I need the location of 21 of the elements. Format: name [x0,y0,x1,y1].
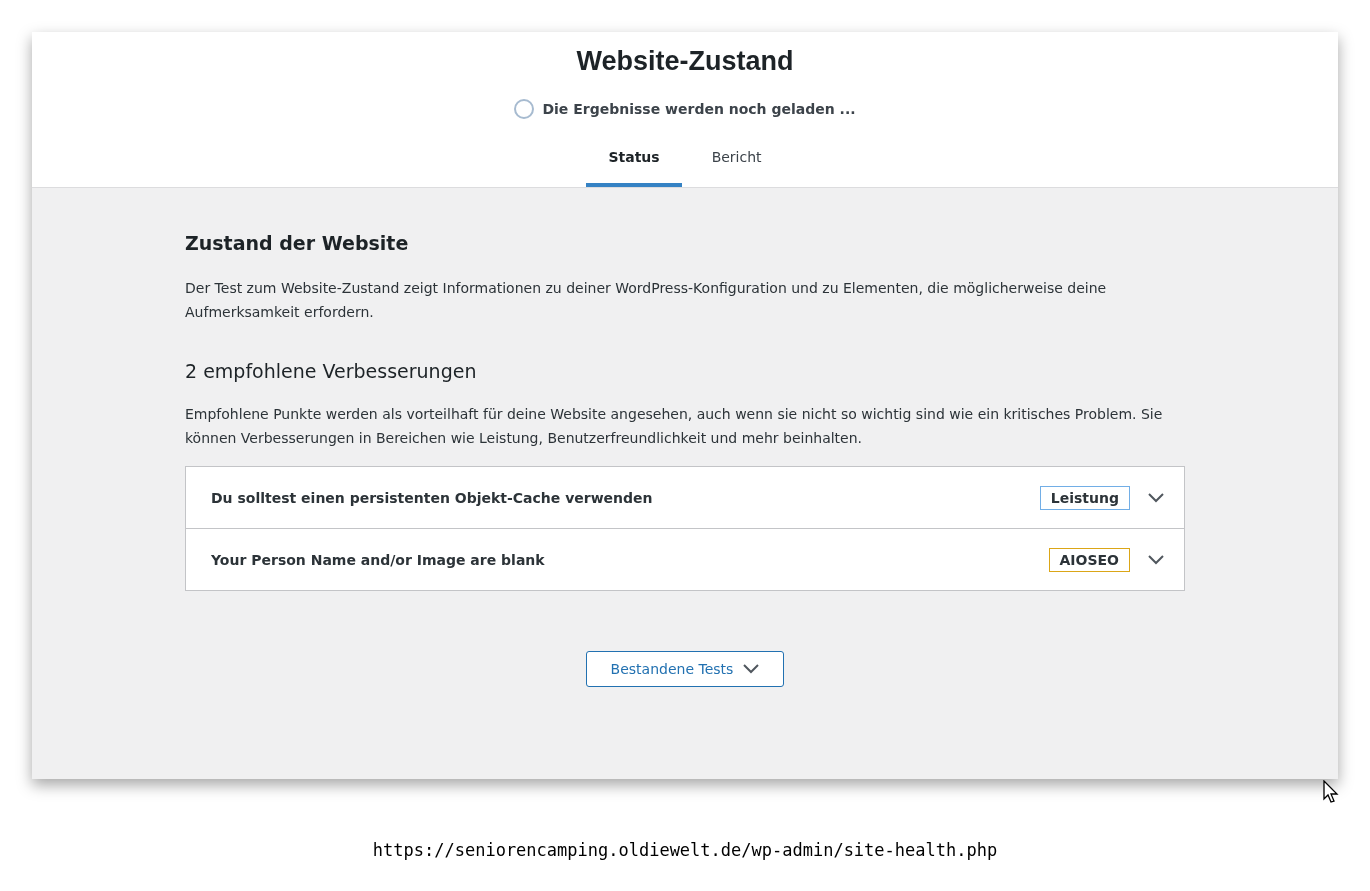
tab[interactable]: Status [586,139,682,187]
issue-row[interactable]: Du solltest einen persistenten Objekt-Cache verwenden Leistung [186,467,1184,528]
issue-row[interactable]: Your Person Name and/or Image are blank AIOSEO [186,528,1184,590]
category-tag: Leistung [1039,485,1130,510]
page-url: https://seniorencamping.oldiewelt.de/wp-admin/site-health.php [371,840,999,860]
chevron-icon [1148,554,1164,565]
loading-text: Die Ergebnisse werden noch geladen ... [542,101,856,117]
description-text: Empfohlene Punkte werden als vorteilhaft für deine Website angesehen, auch wenn sie nicht so wichtig sind wie ein kritisches Problem. Sie können Verbesserungen in Bereichen wie Leistung, Benutzerfreundlichkeit und mehr beinhalten. [185,405,1164,448]
passed-tests-button[interactable]: Bestandene Tests [585,651,785,687]
issue-title: Your Person Name and/or Image are blank [211,551,546,568]
chevron-icon [1148,492,1164,503]
loading-spinner-icon [514,99,535,119]
chevron-icon [743,664,760,674]
intro-text: Der Test zum Website-Zustand zeigt Informationen zu deiner WordPress-Konfiguration und zu Elementen, die möglicherweise deine Aufmerksamkeit erfordern. [185,279,1108,322]
tab[interactable]: Bericht [689,139,784,187]
issue-title: Du solltest einen persistenten Objekt-Cache verwenden [211,489,654,506]
section-heading: Zustand der Website [185,232,410,254]
page-title: Website-Zustand [576,46,794,77]
category-tag: AIOSEO [1048,547,1130,572]
mouse-pointer-icon [1323,780,1339,804]
section-heading: 2 empfohlene Verbesserungen [185,360,478,382]
